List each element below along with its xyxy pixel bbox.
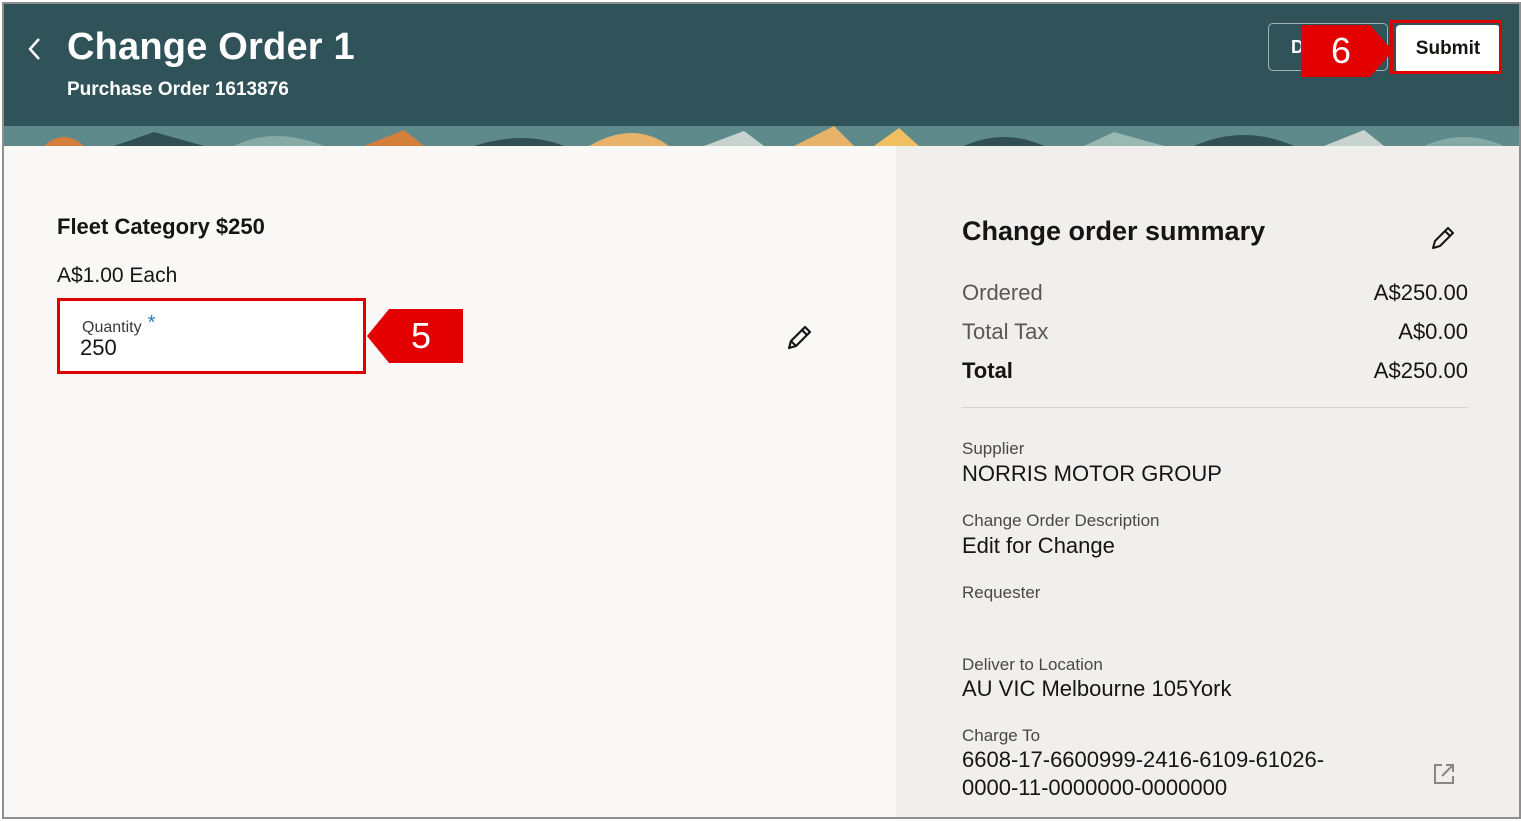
location-label: Deliver to Location [962,655,1103,674]
submit-button[interactable]: Submit [1396,25,1500,73]
required-indicator: * [147,312,156,334]
supplier-label: Supplier [962,439,1025,458]
ordered-label: Ordered [962,280,1043,305]
unit-price: A$1.00 Each [57,264,178,287]
page-title: Change Order 1 [67,26,355,68]
ordered-value: A$250.00 [1373,280,1468,305]
external-link-icon [1434,764,1454,784]
item-title: Fleet Category $250 [57,214,265,239]
quantity-input[interactable] [80,335,330,361]
total-row: Total A$250.00 [962,358,1468,384]
app-window: Change Order 1 Purchase Order 1613876 D … [2,2,1521,819]
page-header: Change Order 1 Purchase Order 1613876 D … [4,4,1519,146]
quantity-field[interactable]: Quantity * [57,298,366,374]
pencil-icon [1432,227,1454,249]
chevron-left-icon [28,38,40,60]
description-label: Change Order Description [962,511,1160,530]
summary-title: Change order summary [962,216,1266,246]
tax-value: A$0.00 [1398,319,1468,344]
charge-to-details-link[interactable] [1431,761,1457,787]
line-item-panel: Fleet Category $250 A$1.00 Each Quantity… [4,146,896,817]
supplier-value: NORRIS MOTOR GROUP [962,461,1222,486]
total-value: A$250.00 [1373,358,1468,383]
quantity-label-text: Quantity [82,319,142,336]
location-value: AU VIC Melbourne 105York [962,676,1232,701]
summary-panel: Change order summary Ordered A$250.00 To… [896,146,1519,817]
total-label: Total [962,358,1013,383]
edit-line-button[interactable] [782,321,816,355]
back-button[interactable] [22,34,48,64]
description-value: Edit for Change [962,533,1115,558]
page-subtitle: Purchase Order 1613876 [67,79,289,100]
charge-to-value: 6608-17-6600999-2416-6109-61026- 0000-11… [962,746,1382,802]
tax-row: Total Tax A$0.00 [962,319,1468,345]
summary-divider [962,407,1468,408]
charge-to-line-2: 0000-11-0000000-0000000 [962,775,1228,800]
charge-to-line-1: 6608-17-6600999-2416-6109-61026- [962,747,1325,772]
charge-to-label: Charge To [962,726,1041,745]
ordered-row: Ordered A$250.00 [962,280,1468,306]
edit-summary-button[interactable] [1428,223,1458,253]
header-decorative-pattern [4,126,1519,146]
pencil-icon [787,325,812,350]
tax-label: Total Tax [962,319,1049,344]
requester-label: Requester [962,583,1041,602]
